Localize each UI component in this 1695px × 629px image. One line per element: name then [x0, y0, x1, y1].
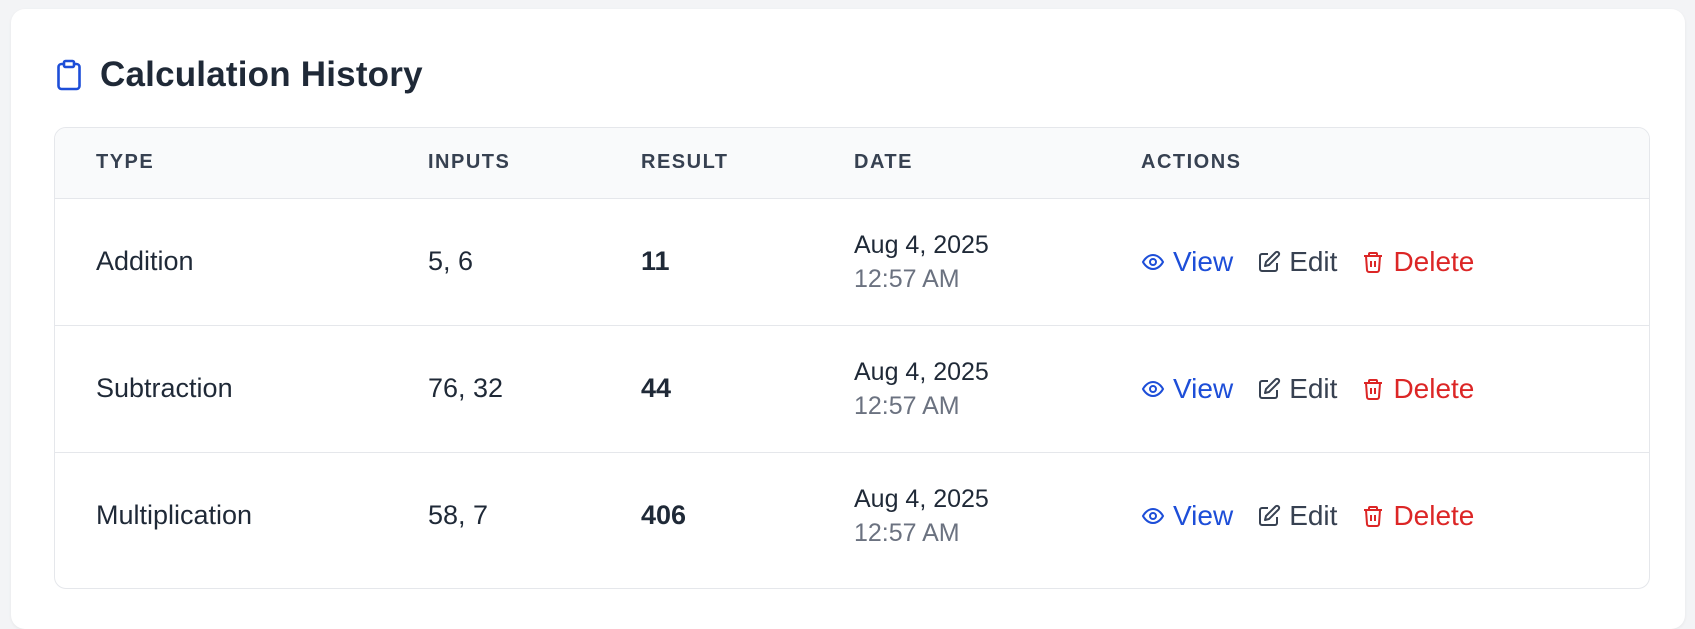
cell-date: Aug 4, 2025 12:57 AM	[854, 452, 1141, 579]
table-row: Subtraction 76, 32 44 Aug 4, 2025 12:57 …	[55, 325, 1649, 452]
edit-label: Edit	[1289, 245, 1338, 277]
edit-label: Edit	[1289, 499, 1338, 531]
card-header: Calculation History	[55, 53, 423, 97]
view-label: View	[1173, 372, 1234, 404]
edit-button[interactable]: Edit	[1257, 246, 1337, 278]
delete-button[interactable]: Delete	[1361, 246, 1474, 278]
cell-type: Subtraction	[96, 373, 233, 403]
view-button[interactable]: View	[1141, 500, 1233, 532]
cell-result: 406	[641, 500, 687, 531]
eye-icon	[1141, 377, 1165, 401]
cell-type: Multiplication	[96, 500, 253, 531]
table-header-row: TYPE INPUTS RESULT DATE ACTIONS	[55, 128, 1649, 198]
edit-button[interactable]: Edit	[1257, 500, 1337, 532]
table-row: Multiplication 58, 7 406 Aug 4, 2025 12:…	[55, 452, 1649, 579]
cell-date: Aug 4, 2025 12:57 AM	[854, 198, 1141, 325]
date-text: Aug 4, 2025	[854, 230, 989, 259]
pencil-square-icon	[1257, 250, 1281, 274]
column-header-date: DATE	[854, 151, 913, 174]
clipboard-icon	[55, 58, 83, 92]
cell-inputs: 76, 32	[428, 373, 504, 403]
trash-icon	[1361, 250, 1385, 274]
delete-label: Delete	[1393, 499, 1475, 531]
view-button[interactable]: View	[1141, 373, 1233, 405]
cell-actions: View Edit Delete	[1141, 198, 1649, 325]
cell-result: 44	[641, 373, 672, 403]
eye-icon	[1141, 250, 1165, 274]
view-button[interactable]: View	[1141, 246, 1233, 278]
column-header-result: RESULT	[641, 151, 729, 174]
column-header-inputs: INPUTS	[428, 151, 511, 174]
cell-result: 11	[641, 246, 670, 276]
page-title: Calculation History	[100, 55, 423, 94]
date-text: Aug 4, 2025	[854, 484, 989, 513]
edit-button[interactable]: Edit	[1257, 373, 1337, 405]
delete-button[interactable]: Delete	[1361, 500, 1474, 532]
time-text: 12:57 AM	[854, 391, 960, 420]
delete-label: Delete	[1393, 245, 1475, 277]
edit-label: Edit	[1289, 372, 1338, 404]
date-text: Aug 4, 2025	[854, 357, 989, 386]
trash-icon	[1361, 504, 1385, 528]
history-table: TYPE INPUTS RESULT DATE ACTIONS Addition…	[54, 127, 1650, 589]
calculation-history-card: Calculation History TYPE INPUTS RESULT D…	[11, 9, 1685, 629]
pencil-square-icon	[1257, 504, 1281, 528]
delete-button[interactable]: Delete	[1361, 373, 1474, 405]
cell-actions: View Edit Delete	[1141, 452, 1649, 579]
view-label: View	[1173, 245, 1234, 277]
eye-icon	[1141, 504, 1165, 528]
time-text: 12:57 AM	[854, 264, 960, 293]
cell-type: Addition	[96, 246, 194, 276]
cell-inputs: 5, 6	[428, 246, 474, 276]
trash-icon	[1361, 377, 1385, 401]
cell-date: Aug 4, 2025 12:57 AM	[854, 325, 1141, 452]
time-text: 12:57 AM	[854, 518, 960, 547]
column-header-actions: ACTIONS	[1141, 151, 1242, 174]
pencil-square-icon	[1257, 377, 1281, 401]
delete-label: Delete	[1393, 372, 1475, 404]
column-header-type: TYPE	[96, 151, 155, 174]
view-label: View	[1173, 499, 1234, 531]
table-row: Addition 5, 6 11 Aug 4, 2025 12:57 AM Vi…	[55, 198, 1649, 325]
cell-inputs: 58, 7	[428, 500, 489, 531]
cell-actions: View Edit Delete	[1141, 325, 1649, 452]
